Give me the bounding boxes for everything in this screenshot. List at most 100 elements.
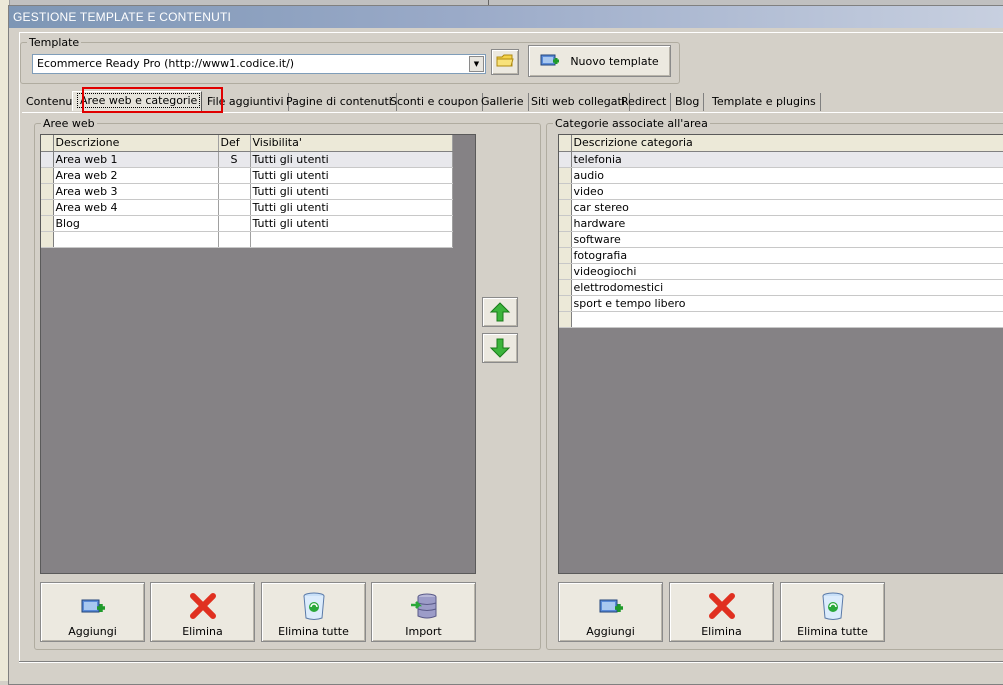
cell-categoria[interactable]: audio — [571, 167, 1003, 184]
cell-descrizione[interactable]: Area web 2 — [53, 167, 219, 184]
row-indicator[interactable] — [41, 215, 54, 232]
table-row[interactable]: Area web 3 Tutti gli utenti — [41, 183, 453, 200]
tab-template-plugins[interactable]: Template e plugins — [708, 93, 821, 111]
cell-categoria[interactable]: videogiochi — [571, 263, 1003, 280]
open-folder-button[interactable] — [491, 49, 519, 75]
tab-redirect[interactable]: Redirect — [617, 93, 672, 111]
row-indicator[interactable] — [559, 279, 572, 296]
row-indicator[interactable] — [559, 247, 572, 264]
cell-visibilita[interactable]: Tutti gli utenti — [250, 183, 453, 200]
row-indicator[interactable] — [559, 295, 572, 312]
cell-def[interactable] — [218, 199, 251, 216]
template-select[interactable]: Ecommerce Ready Pro (http://www1.codice.… — [32, 54, 486, 74]
column-header-descrizione-categoria[interactable]: Descrizione categoria — [571, 135, 1003, 152]
aree-web-grid: Descrizione Def Visibilita' Area web 1 S… — [40, 134, 476, 574]
aree-import-button[interactable]: Import — [371, 582, 476, 642]
tab-sconti-coupon[interactable]: Sconti e coupon — [386, 93, 484, 111]
table-row[interactable]: Area web 4 Tutti gli utenti — [41, 199, 453, 216]
cell-categoria[interactable]: sport e tempo libero — [571, 295, 1003, 312]
chevron-down-icon[interactable]: ▼ — [469, 56, 484, 72]
new-template-button[interactable]: Nuovo template — [528, 45, 671, 77]
table-row[interactable]: Area web 2 Tutti gli utenti — [41, 167, 453, 184]
table-row[interactable]: audio — [559, 167, 1003, 184]
table-row-empty[interactable] — [559, 311, 1003, 328]
row-indicator[interactable] — [41, 167, 54, 184]
cell-descrizione[interactable]: Area web 4 — [53, 199, 219, 216]
cell-def[interactable] — [218, 167, 251, 184]
tab-siti-web-collegati[interactable]: Siti web collegati — [527, 93, 630, 111]
cell-categoria[interactable]: software — [571, 231, 1003, 248]
row-indicator[interactable] — [559, 183, 572, 200]
cell-empty[interactable] — [218, 231, 251, 248]
cell-empty[interactable] — [53, 231, 219, 248]
cell-visibilita[interactable]: Tutti gli utenti — [250, 167, 453, 184]
categorie-add-button[interactable]: Aggiungi — [558, 582, 663, 642]
tab-label: Template e plugins — [712, 95, 816, 108]
table-row[interactable]: sport e tempo libero — [559, 295, 1003, 312]
cell-descrizione[interactable]: Area web 3 — [53, 183, 219, 200]
recycle-bin-icon — [303, 592, 324, 620]
cell-descrizione[interactable]: Area web 1 — [53, 151, 219, 168]
row-indicator[interactable] — [41, 151, 54, 168]
cell-empty[interactable] — [571, 311, 1003, 328]
table-row[interactable]: Blog Tutti gli utenti — [41, 215, 453, 232]
table-header-row: Descrizione Def Visibilita' — [41, 135, 453, 152]
move-down-button[interactable] — [482, 333, 518, 363]
categorie-delete-all-button[interactable]: Elimina tutte — [780, 582, 885, 642]
table-row[interactable]: elettrodomestici — [559, 279, 1003, 296]
table-row[interactable]: software — [559, 231, 1003, 248]
row-indicator[interactable] — [41, 231, 54, 248]
table-row[interactable]: telefonia — [559, 151, 1003, 168]
row-indicator[interactable] — [559, 167, 572, 184]
row-indicator[interactable] — [559, 151, 572, 168]
new-template-icon — [540, 54, 560, 66]
row-indicator[interactable] — [41, 183, 54, 200]
aree-add-label: Aggiungi — [68, 625, 117, 638]
table-row[interactable]: hardware — [559, 215, 1003, 232]
cell-categoria[interactable]: car stereo — [571, 199, 1003, 216]
aree-add-button[interactable]: Aggiungi — [40, 582, 145, 642]
cell-visibilita[interactable]: Tutti gli utenti — [250, 199, 453, 216]
row-indicator[interactable] — [559, 311, 572, 328]
cell-empty[interactable] — [250, 231, 453, 248]
tab-blog[interactable]: Blog — [671, 93, 705, 111]
table-row-empty[interactable] — [41, 231, 453, 248]
add-icon — [81, 599, 105, 613]
row-indicator[interactable] — [559, 199, 572, 216]
cell-categoria[interactable]: video — [571, 183, 1003, 200]
window-client-area: Template Ecommerce Ready Pro (http://www… — [19, 32, 1003, 662]
column-header-def[interactable]: Def — [218, 135, 251, 152]
cell-categoria[interactable]: telefonia — [571, 151, 1003, 168]
recycle-bin-icon — [822, 592, 843, 620]
cell-categoria[interactable]: elettrodomestici — [571, 279, 1003, 296]
row-indicator[interactable] — [41, 199, 54, 216]
template-select-value: Ecommerce Ready Pro (http://www1.codice.… — [37, 57, 295, 70]
categorie-delete-button[interactable]: Elimina — [669, 582, 774, 642]
cell-visibilita[interactable]: Tutti gli utenti — [250, 215, 453, 232]
table-row[interactable]: fotografia — [559, 247, 1003, 264]
cell-def[interactable] — [218, 215, 251, 232]
move-up-button[interactable] — [482, 297, 518, 327]
tab-gallerie[interactable]: Gallerie — [477, 93, 529, 111]
table-row[interactable]: Area web 1 S Tutti gli utenti — [41, 151, 453, 168]
cell-def[interactable]: S — [218, 151, 251, 168]
cell-categoria[interactable]: fotografia — [571, 247, 1003, 264]
cell-visibilita[interactable]: Tutti gli utenti — [250, 151, 453, 168]
categorie-delete-all-label: Elimina tutte — [797, 625, 868, 638]
bottom-separator — [19, 661, 1003, 663]
row-indicator[interactable] — [559, 231, 572, 248]
cell-descrizione[interactable]: Blog — [53, 215, 219, 232]
column-header-descrizione[interactable]: Descrizione — [53, 135, 219, 152]
table-row[interactable]: video — [559, 183, 1003, 200]
table-row[interactable]: videogiochi — [559, 263, 1003, 280]
cell-categoria[interactable]: hardware — [571, 215, 1003, 232]
cell-def[interactable] — [218, 183, 251, 200]
tab-pagine-contenuti[interactable]: Pagine di contenuti — [282, 93, 397, 111]
row-indicator[interactable] — [559, 263, 572, 280]
aree-delete-button[interactable]: Elimina — [150, 582, 255, 642]
aree-delete-all-button[interactable]: Elimina tutte — [261, 582, 366, 642]
template-manager-window: GESTIONE TEMPLATE E CONTENUTI Template E… — [8, 5, 1003, 685]
row-indicator[interactable] — [559, 215, 572, 232]
column-header-visibilita[interactable]: Visibilita' — [250, 135, 453, 152]
table-row[interactable]: car stereo — [559, 199, 1003, 216]
